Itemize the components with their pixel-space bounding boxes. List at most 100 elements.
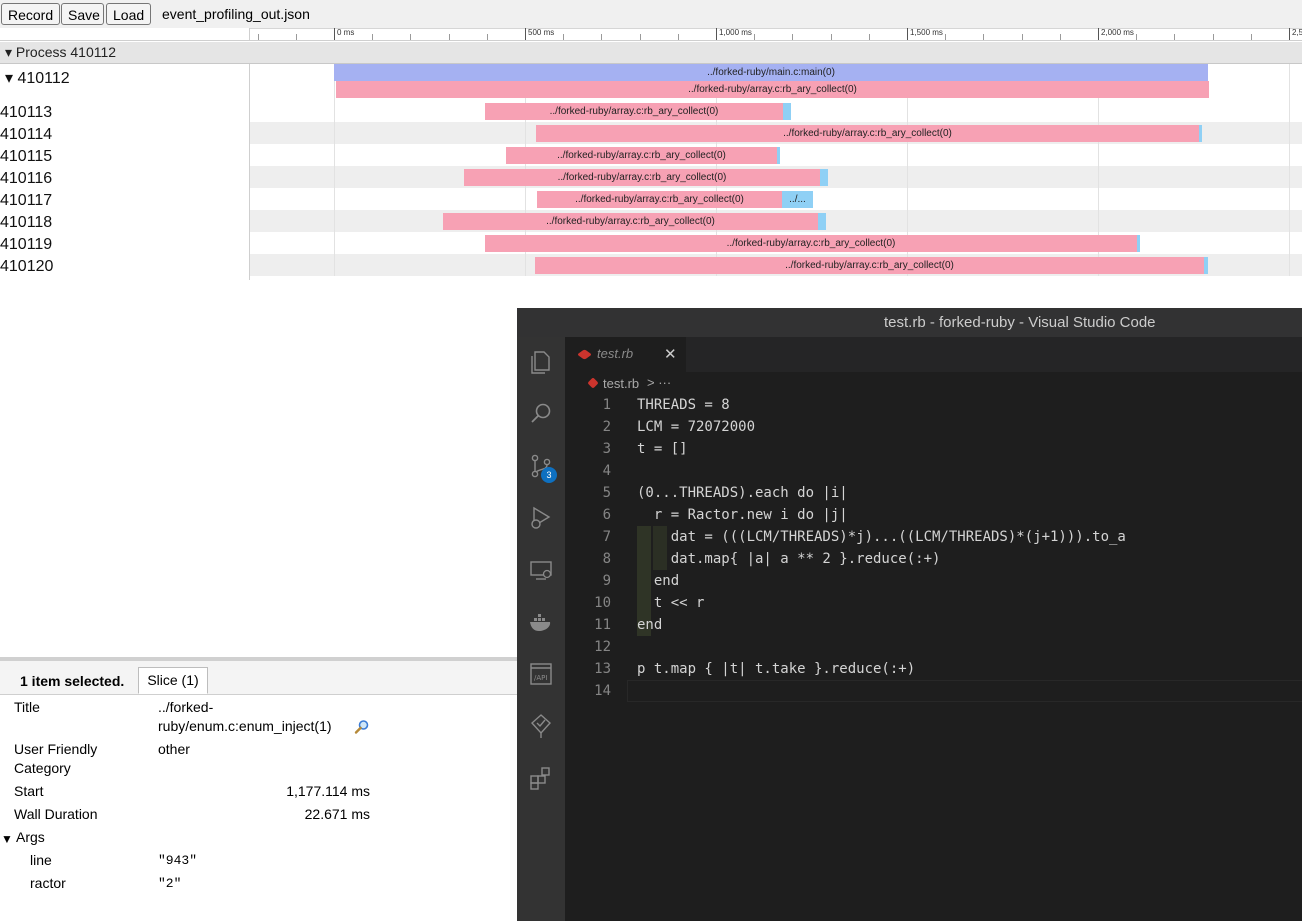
line-number: 6 (602, 507, 611, 523)
close-icon[interactable]: ✕ (664, 345, 677, 363)
remote-explorer-icon[interactable] (526, 555, 556, 585)
slice-child[interactable] (820, 169, 828, 186)
slice-child[interactable] (818, 213, 826, 230)
slice-rb-ary-collect[interactable]: ../forked-ruby/array.c:rb_ary_collect(0) (506, 147, 777, 164)
time-gridline (907, 166, 908, 188)
time-gridline (1289, 100, 1290, 122)
args-expand-icon[interactable]: ▼ (1, 832, 13, 846)
ruler-tick-label: 2,5 (1292, 28, 1302, 37)
main-thread-label[interactable]: ▾ 410112 (5, 68, 70, 88)
time-ruler[interactable]: 0 ms 500 ms 1,000 ms 1,500 ms 2,000 ms 2,5 (0, 28, 1302, 41)
docker-icon[interactable] (526, 607, 556, 637)
ruler-minor-tick (869, 34, 870, 40)
slice-rb-ary-collect[interactable]: ../forked-ruby/array.c:rb_ary_collect(0) (537, 191, 782, 208)
ruler-minor-tick (754, 34, 755, 40)
time-gridline (525, 122, 526, 144)
time-gridline (907, 144, 908, 166)
thread-label[interactable]: 410114 (0, 126, 52, 144)
time-gridline (1289, 144, 1290, 166)
search-icon[interactable] (526, 399, 556, 429)
duration-label: Wall Duration (14, 806, 98, 822)
thread-label[interactable]: 410119 (0, 236, 52, 254)
tab-label: test.rb (597, 346, 634, 361)
thread-label[interactable]: 410113 (0, 104, 52, 122)
ruler-minor-tick (487, 34, 488, 40)
api-icon[interactable]: /API (526, 659, 556, 689)
testing-icon[interactable] (526, 711, 556, 741)
breadcrumb-file[interactable]: test.rb (603, 376, 639, 391)
line-number: 14 (594, 683, 611, 699)
track-lane: ../forked-ruby/array.c:rb_ary_collect(0) (250, 166, 1302, 188)
time-gridline (1098, 144, 1099, 166)
slice-child[interactable] (1204, 257, 1208, 274)
slice-rb-ary-collect[interactable]: ../forked-ruby/array.c:rb_ary_collect(0) (485, 103, 783, 120)
magnifier-icon[interactable] (354, 719, 370, 735)
slice-child[interactable] (777, 147, 780, 164)
run-debug-icon[interactable] (526, 503, 556, 533)
tab-slice[interactable]: Slice (1) (138, 667, 208, 694)
ruler-minor-tick (296, 34, 297, 40)
current-line-highlight (627, 680, 1302, 702)
tab-test-rb[interactable]: test.rb ✕ (565, 337, 686, 372)
line-number: 11 (594, 617, 611, 633)
track-label-cell: ▾ 410112 (0, 64, 250, 100)
track-label-cell (0, 276, 250, 280)
ruler-tick-label: 1,000 ms (719, 28, 752, 37)
time-gridline (1289, 166, 1290, 188)
ruler-tick-label: 0 ms (337, 28, 355, 37)
ruler-minor-tick (449, 34, 450, 40)
explorer-icon[interactable] (526, 347, 556, 377)
slice-child[interactable] (783, 103, 791, 120)
track-label-cell: 410118 (0, 210, 250, 232)
slice-rb-ary-collect[interactable]: ../forked-ruby/array.c:rb_ary_collect(0) (443, 213, 818, 230)
line-number: 2 (602, 419, 611, 435)
slice-main[interactable]: ../forked-ruby/main.c:main(0) (334, 64, 1208, 81)
editor-tabbar: test.rb ✕ (565, 337, 1302, 372)
thread-label[interactable]: 410118 (0, 214, 52, 232)
slice-rb-ary-collect[interactable]: ../forked-ruby/array.c:rb_ary_collect(0) (464, 169, 820, 186)
track-lane: ../forked-ruby/array.c:rb_ary_collect(0) (250, 144, 1302, 166)
slice-child-short[interactable]: ../... (782, 191, 813, 208)
slice-rb-ary-collect[interactable]: ../forked-ruby/array.c:rb_ary_collect(0) (485, 235, 1137, 252)
slice-child[interactable] (1137, 235, 1140, 252)
track-lane: ../forked-ruby/main.c:main(0) ../forked-… (250, 64, 1302, 100)
time-gridline (1098, 166, 1099, 188)
breadcrumb-symbols[interactable]: > ··· (647, 375, 671, 390)
time-gridline (1289, 188, 1290, 210)
slice-child[interactable] (1199, 125, 1202, 142)
window-title: test.rb - forked-ruby - Visual Studio Co… (884, 314, 1156, 331)
code-line: t << r (637, 595, 705, 611)
window-titlebar[interactable]: test.rb - forked-ruby - Visual Studio Co… (517, 308, 1302, 337)
process-title[interactable]: ▾ Process 410112 (5, 44, 116, 61)
save-button[interactable]: Save (61, 3, 104, 25)
record-button[interactable]: Record (1, 3, 60, 25)
title-value-line2: ruby/enum.c:enum_inject(1) (158, 718, 332, 734)
slice-rb-ary-collect[interactable]: ../forked-ruby/array.c:rb_ary_collect(0) (535, 257, 1204, 274)
code-line: end (637, 573, 680, 589)
time-gridline (907, 210, 908, 232)
track-thread: 410117 ../forked-ruby/array.c:rb_ary_col… (0, 188, 1302, 210)
time-gridline (1289, 122, 1290, 144)
code-line: LCM = 72072000 (637, 419, 756, 435)
ruler-minor-tick (1060, 34, 1061, 40)
time-gridline (334, 254, 335, 276)
args-label[interactable]: Args (16, 828, 45, 847)
line-number: 1 (602, 397, 611, 413)
extensions-icon[interactable] (526, 763, 556, 793)
thread-label[interactable]: 410117 (0, 192, 52, 210)
ruler-minor-tick (1251, 34, 1252, 40)
thread-label[interactable]: 410115 (0, 148, 52, 166)
thread-label[interactable]: 410116 (0, 170, 52, 188)
slice-rb-ary-collect[interactable]: ../forked-ruby/array.c:rb_ary_collect(0) (536, 125, 1199, 142)
process-header[interactable]: ▾ Process 410112 (0, 42, 1302, 64)
slice-rb-ary-collect[interactable]: ../forked-ruby/array.c:rb_ary_collect(0) (336, 81, 1209, 98)
time-gridline (1289, 254, 1290, 276)
line-number: 12 (594, 639, 611, 655)
load-button[interactable]: Load (106, 3, 151, 25)
code-line: p t.map { |t| t.take }.reduce(:+) (637, 661, 916, 677)
track-label-cell: 410114 (0, 122, 250, 144)
ruler-minor-tick (1136, 34, 1137, 40)
code-editor[interactable]: 1 2 3 4 5 6 7 8 9 10 11 12 13 14 THREADS… (565, 394, 1302, 921)
thread-label[interactable]: 410120 (0, 258, 53, 276)
title-label: Title (14, 699, 40, 715)
